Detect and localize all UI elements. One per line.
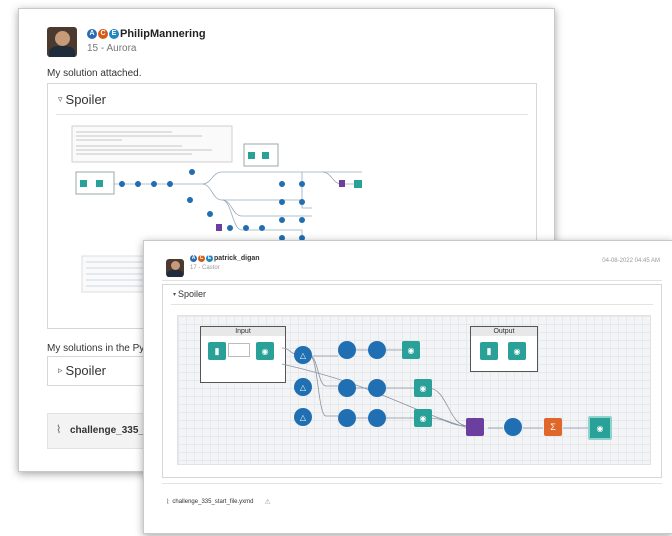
join-icon[interactable] [368,341,386,359]
binoculars-icon[interactable]: ◉ [414,409,432,427]
spoiler-label-2: Spoiler [65,363,106,378]
spoiler-label: Spoiler [65,92,106,107]
spoiler-toggle[interactable]: ▾ Spoiler [173,289,206,299]
paperclip-icon: ⌇ [166,499,170,506]
post-text: My solution attached. [47,68,142,79]
binoculars-icon[interactable]: ◉ [508,342,526,360]
author-name[interactable]: PhilipMannering [120,28,206,40]
spoiler-box: ▾ Spoiler Input Output ▮ ◉ △ △ △ ◉ ◉ ◉ ▮… [162,284,662,478]
badge-e: E [109,29,119,39]
attachment-link[interactable]: challenge_335_s [70,425,150,436]
join-icon[interactable] [338,409,356,427]
ace-badge: A C E [190,255,213,262]
join-icon[interactable] [368,379,386,397]
binoculars-icon[interactable]: ◉ [414,379,432,397]
author-rank: 15 - Aurora [87,43,137,54]
node-label [228,343,250,357]
formula-icon[interactable]: △ [294,346,312,364]
chevron-down-icon: ▿ [58,94,63,104]
python-solutions-text: My solutions in the Pyt [47,343,148,354]
badge-e: E [206,255,213,262]
book-icon[interactable]: ▮ [480,342,498,360]
author-name[interactable]: patrick_digan [214,255,260,262]
formula-icon[interactable]: △ [294,408,312,426]
spoiler-toggle-2[interactable]: ▹ Spoiler [58,363,106,378]
header-divider [162,280,662,281]
spoiler-toggle[interactable]: ▿ Spoiler [58,92,106,107]
chevron-right-icon: ▹ [58,365,63,375]
binoculars-icon[interactable]: ◉ [256,342,274,360]
book-icon[interactable]: ▮ [208,342,226,360]
spoiler-label: Spoiler [178,289,207,299]
badge-a: A [190,255,197,262]
spoiler-divider [56,114,528,115]
binoculars-icon[interactable]: ◉ [588,416,612,440]
paperclip-icon: ⌇ [56,424,62,436]
footer-divider [162,483,662,484]
warning-icon[interactable]: ⚠ [264,498,270,506]
join-icon[interactable] [338,379,356,397]
avatar[interactable] [166,259,184,277]
post-card-patrick: A C E patrick_digan 17 - Castor 04-08-20… [143,240,672,534]
badge-c: C [98,29,108,39]
formula-icon[interactable]: △ [294,378,312,396]
avatar[interactable] [47,27,77,57]
formula-icon[interactable] [504,418,522,436]
ace-badge: A C E [87,29,119,39]
join-icon[interactable] [338,341,356,359]
author-rank: 17 - Castor [190,265,220,271]
join-icon[interactable] [368,409,386,427]
spoiler-divider [171,304,653,305]
badge-c: C [198,255,205,262]
attachment-link[interactable]: challenge_335_start_file.yxmd [172,499,253,505]
summarize-icon[interactable]: Σ [544,418,562,436]
attachment-row: ⌇ challenge_335_start_file.yxmd ⚠ [166,498,271,506]
badge-a: A [87,29,97,39]
workflow-canvas[interactable]: Input Output ▮ ◉ △ △ △ ◉ ◉ ◉ ▮ ◉ Σ ◉ [177,315,651,465]
binoculars-icon[interactable]: ◉ [402,341,420,359]
post-timestamp: 04-08-2022 04:45 AM [602,258,660,264]
union-icon[interactable] [466,418,484,436]
chevron-down-icon: ▾ [173,291,177,298]
